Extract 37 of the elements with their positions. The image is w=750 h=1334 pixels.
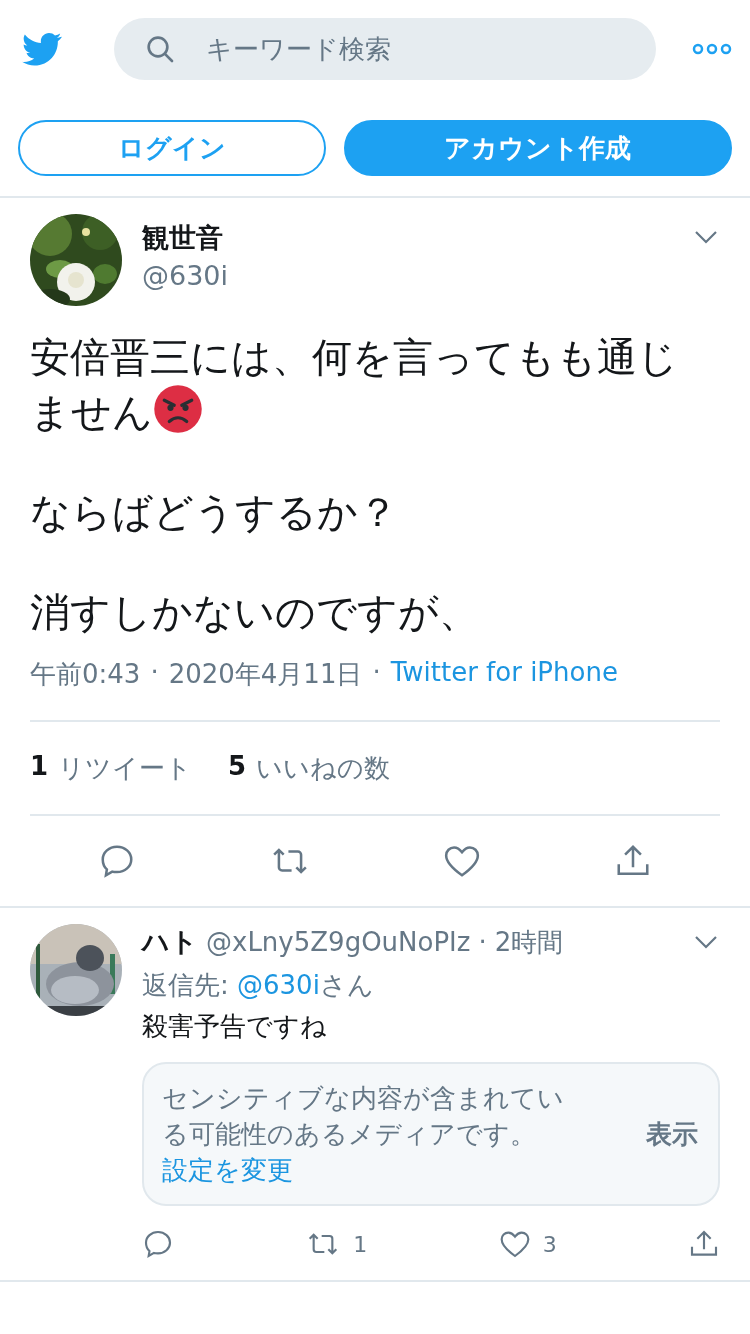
tweet-text: 安倍晋三には、何を言ってもも通じ bbox=[30, 334, 678, 380]
tweet-text: 消すしかないのですが、 bbox=[30, 589, 479, 635]
reply-icon[interactable] bbox=[142, 1228, 174, 1260]
reply-text: 殺害予告ですね bbox=[142, 1010, 328, 1043]
separator-dot: · bbox=[478, 927, 487, 957]
show-button[interactable]: 表示 bbox=[646, 1116, 698, 1152]
display-name: ハト bbox=[142, 925, 198, 959]
more-icon[interactable] bbox=[692, 42, 732, 56]
tweet-time: 午前0:43 bbox=[30, 658, 141, 691]
angry-face-icon bbox=[153, 384, 203, 434]
source-link[interactable]: Twitter for iPhone bbox=[390, 657, 618, 692]
user-handle: @630i bbox=[142, 260, 230, 291]
stat-label[interactable]: いいねの数 bbox=[256, 750, 391, 786]
reply-prefix: 返信先: bbox=[142, 970, 230, 1000]
like-count: 3 bbox=[542, 1231, 557, 1257]
tweet-text: ません bbox=[30, 389, 153, 435]
signup-button[interactable]: アカウント作成 bbox=[343, 120, 732, 176]
search-field[interactable]: キーワード検索 bbox=[114, 18, 656, 80]
separator-dot: · bbox=[372, 657, 381, 689]
reply-time: 2時間 bbox=[494, 925, 564, 959]
search-icon bbox=[144, 33, 176, 65]
settings-link[interactable]: 設定を変更 bbox=[162, 1155, 293, 1185]
stat-label[interactable]: リツイート bbox=[58, 750, 193, 786]
stat-count: 1 bbox=[30, 750, 49, 783]
tweet-date: 2020年4月11日 bbox=[168, 658, 363, 691]
chevron-down-icon[interactable] bbox=[694, 935, 718, 949]
separator-dot: · bbox=[150, 657, 159, 689]
reply-suffix: さん bbox=[319, 970, 374, 1000]
notice-text: センシティブな内容が含まれている可能性のあるメディアです。 設定を変更 bbox=[162, 1082, 565, 1187]
login-button[interactable]: ログイン bbox=[18, 120, 326, 176]
stat-count: 5 bbox=[228, 750, 247, 783]
display-name: 観世音 bbox=[142, 221, 224, 255]
mention-link[interactable]: @630i bbox=[237, 970, 320, 1000]
tweet-text: ならばどうするか？ bbox=[30, 489, 398, 535]
chevron-down-icon[interactable] bbox=[694, 230, 718, 244]
user-handle: @xLny5Z9gOuNoPIz bbox=[206, 927, 471, 957]
retweet-count: 1 bbox=[353, 1231, 368, 1257]
